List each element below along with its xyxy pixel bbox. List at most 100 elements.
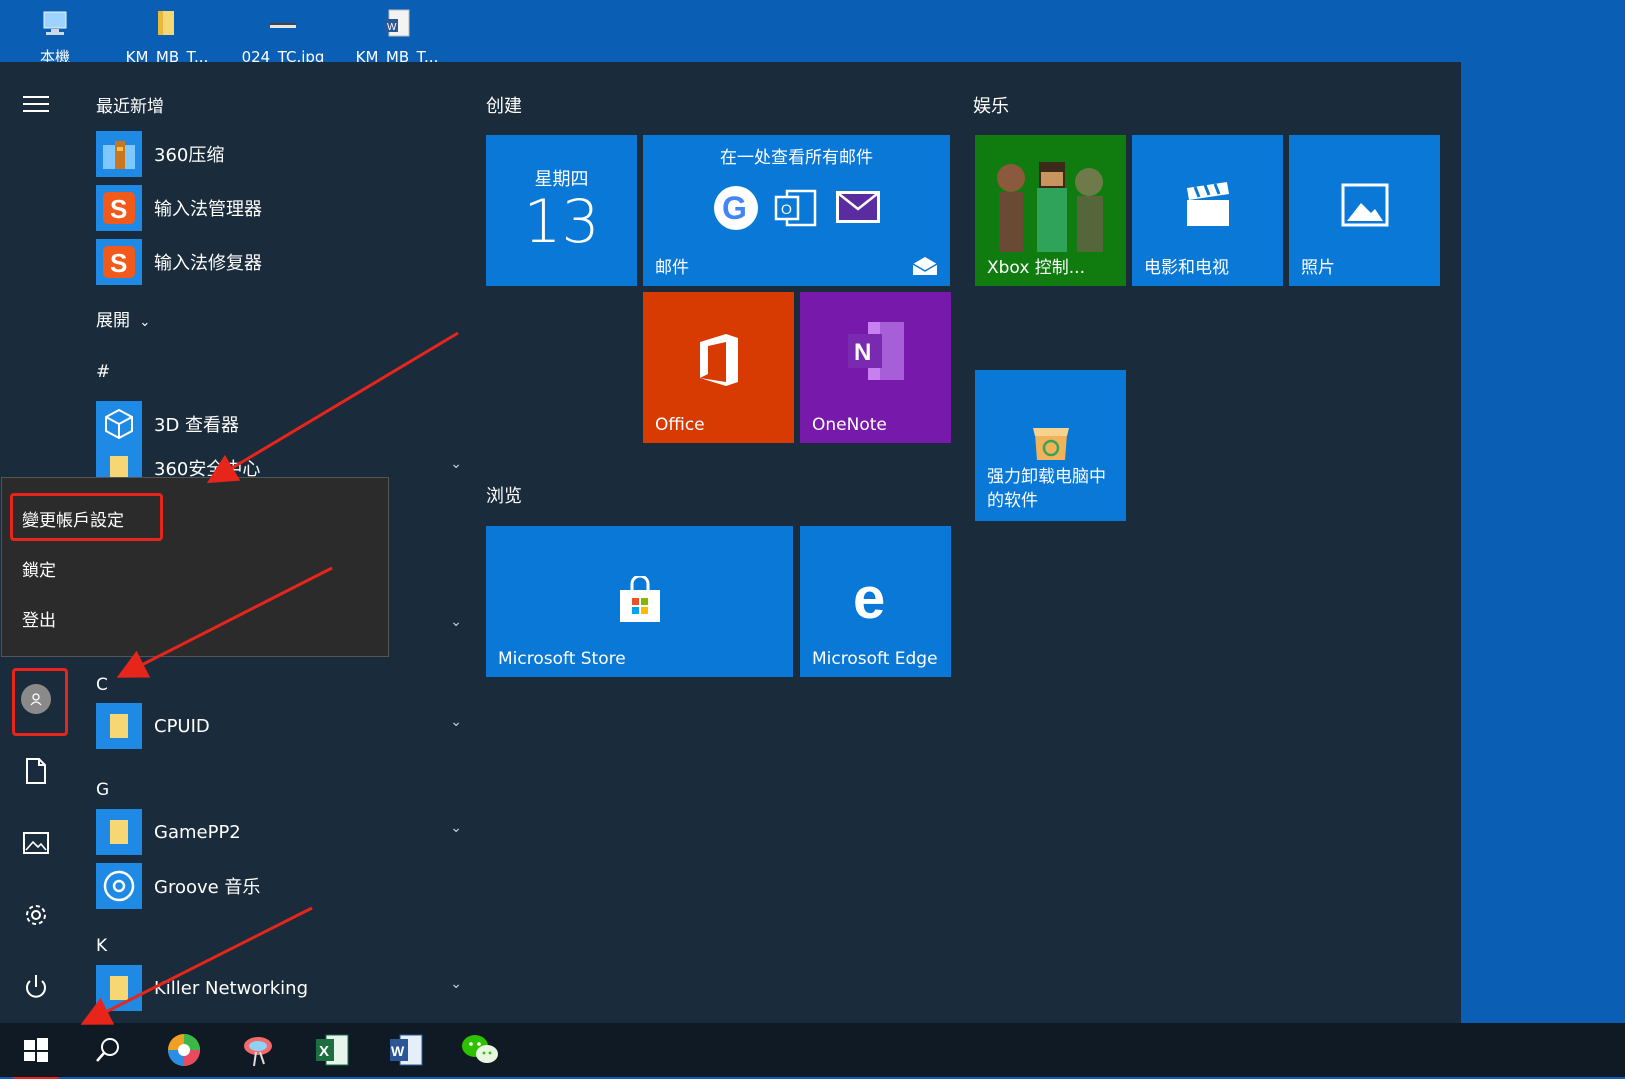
gear-icon <box>26 905 46 925</box>
desktop-icon-image[interactable]: 024_TC.jpg <box>228 8 338 64</box>
taskbar-word[interactable]: W <box>370 1023 442 1077</box>
svg-text:X: X <box>319 1043 329 1060</box>
mail-label: 邮件 <box>655 258 689 278</box>
chevron-down-icon[interactable]: ⌄ <box>450 976 462 992</box>
chevron-down-icon: ⌄ <box>139 315 151 330</box>
chevron-down-icon[interactable]: ⌄ <box>450 714 462 730</box>
windows-start-icon <box>24 1038 48 1062</box>
group-title-entertainment[interactable]: 娱乐 <box>973 92 1009 118</box>
app-gamepp[interactable]: GamePP2 ⌄ <box>96 806 462 858</box>
desktop-icon-word-doc[interactable]: W KM_MB_T... <box>342 8 452 64</box>
power-button[interactable] <box>12 963 60 1011</box>
app-input-repair[interactable]: S 输入法修复器 <box>96 236 456 288</box>
office-icon <box>699 334 738 386</box>
menu-item-sign-out[interactable]: 登出 <box>22 606 56 631</box>
folder-icon <box>152 8 182 40</box>
expand-button[interactable]: 展開 ⌄ <box>96 306 150 331</box>
calendar-tile[interactable]: 星期四 13 <box>486 135 637 286</box>
recycle-box-icon <box>1032 428 1069 460</box>
desktop-icon-label: KM_MB_T... <box>355 48 439 64</box>
app-killer-networking[interactable]: Killer Networking ⌄ <box>96 962 462 1014</box>
outlook-icon: O <box>774 189 817 227</box>
documents-button[interactable] <box>12 747 60 795</box>
picture-icon <box>23 832 49 854</box>
uninstall-label: 强力卸载电脑中的软件 <box>987 467 1106 511</box>
mail-header: 在一处查看所有邮件 <box>720 148 873 168</box>
sogou-input-icon: S <box>96 185 142 231</box>
edge-label: Microsoft Edge <box>812 649 938 669</box>
envelope-icon <box>836 191 880 223</box>
onenote-icon: N <box>847 322 904 380</box>
app-name: Groove 音乐 <box>154 877 261 898</box>
app-360zip[interactable]: 360压缩 <box>96 128 456 180</box>
chevron-down-icon[interactable]: ⌄ <box>450 456 462 472</box>
onenote-tile[interactable]: N OneNote <box>800 292 951 443</box>
microsoft-store-tile[interactable]: Microsoft Store <box>486 526 793 677</box>
desktop-icon-this-pc[interactable]: 本機 <box>0 8 110 64</box>
office-tile[interactable]: Office <box>643 292 794 443</box>
power-icon <box>26 975 46 998</box>
cube-icon <box>96 401 142 447</box>
document-icon <box>26 758 46 784</box>
desktop-icon-label: 024_TC.jpg <box>241 48 325 64</box>
taskbar-wechat[interactable] <box>444 1023 516 1077</box>
group-title-browse[interactable]: 浏览 <box>486 482 522 508</box>
menu-item-lock[interactable]: 鎖定 <box>22 556 56 581</box>
folder-icon <box>96 809 142 855</box>
word-document-icon: W <box>382 8 412 40</box>
groove-music-icon <box>96 863 142 909</box>
letter-header-c[interactable]: C <box>96 675 108 695</box>
pictures-button[interactable] <box>12 819 60 867</box>
desktop-icon-folder[interactable]: KM_MB_T... <box>112 8 222 64</box>
settings-button[interactable] <box>12 891 60 939</box>
movies-tv-tile[interactable]: 电影和电视 <box>1132 135 1283 286</box>
xbox-tile[interactable]: Xbox 控制... <box>975 135 1126 286</box>
clapperboard-icon <box>1186 182 1229 226</box>
svg-text:G: G <box>722 190 747 226</box>
hamburger-menu-button[interactable] <box>12 80 60 128</box>
taskbar-excel[interactable]: X <box>296 1023 368 1077</box>
app-input-manager[interactable]: S 输入法管理器 <box>96 182 456 234</box>
desktop-icons: 本機 KM_MB_T... 024_TC.jpg W KM_MB_T... <box>0 0 1625 64</box>
uninstall-tile[interactable]: 强力卸载电脑中的软件 <box>975 370 1126 521</box>
letter-header-g[interactable]: G <box>96 780 109 800</box>
microsoft-edge-tile[interactable]: e Microsoft Edge <box>800 526 951 677</box>
chevron-down-icon[interactable]: ⌄ <box>450 614 462 630</box>
start-button[interactable] <box>0 1023 72 1077</box>
chevron-down-icon[interactable]: ⌄ <box>450 820 462 836</box>
search-button[interactable] <box>72 1023 144 1077</box>
desktop-icon-label: KM_MB_T... <box>125 48 209 64</box>
xbox-label: Xbox 控制... <box>987 258 1085 278</box>
app-cpuid[interactable]: CPUID ⌄ <box>96 700 462 752</box>
image-file-icon <box>268 8 298 40</box>
taskbar: X W <box>0 1023 1625 1077</box>
app-name: CPUID <box>154 715 210 737</box>
svg-text:S: S <box>110 248 127 278</box>
recent-header: 最近新增 <box>96 97 164 117</box>
taskbar-360-browser[interactable] <box>148 1023 220 1077</box>
sogou-input-icon: S <box>96 239 142 285</box>
app-name: Killer Networking <box>154 977 308 999</box>
photos-tile[interactable]: 照片 <box>1289 135 1440 286</box>
highlight-box-user <box>12 668 68 736</box>
group-title-create[interactable]: 创建 <box>486 92 522 118</box>
photo-icon <box>1341 183 1388 227</box>
movies-label: 电影和电视 <box>1144 258 1229 278</box>
edge-icon: e <box>853 570 885 624</box>
360-browser-icon <box>168 1034 200 1066</box>
app-name: 3D 查看器 <box>154 415 240 436</box>
store-label: Microsoft Store <box>498 649 626 669</box>
svg-text:O: O <box>781 201 792 217</box>
app-name: 360压缩 <box>154 145 225 166</box>
app-groove-music[interactable]: Groove 音乐 <box>96 860 456 912</box>
mail-tile[interactable]: 在一处查看所有邮件 G O 邮件 <box>643 135 950 286</box>
letter-header-hash[interactable]: # <box>96 362 110 382</box>
feather-app-icon <box>244 1037 272 1067</box>
letter-header-k[interactable]: K <box>96 936 107 956</box>
taskbar-feather-app[interactable] <box>222 1023 294 1077</box>
photos-label: 照片 <box>1301 258 1335 278</box>
hamburger-icon <box>23 96 49 112</box>
folder-icon <box>96 703 142 749</box>
word-icon: W <box>390 1034 423 1066</box>
desktop-icon-label: 本機 <box>39 48 70 64</box>
